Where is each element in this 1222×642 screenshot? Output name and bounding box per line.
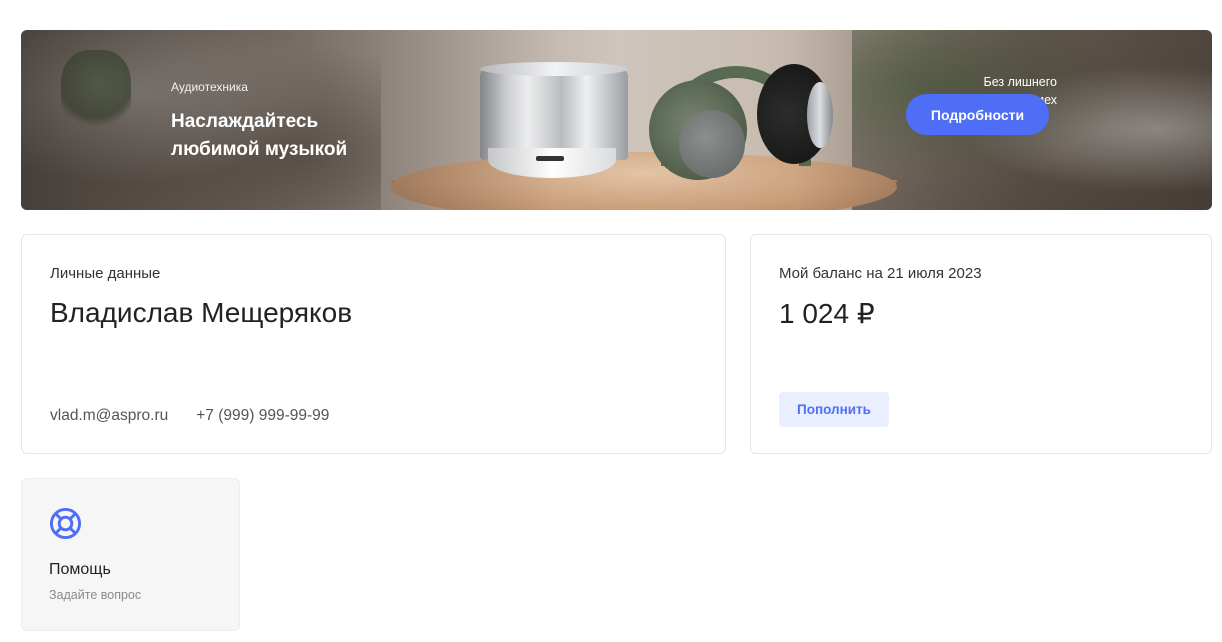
- balance-amount: 1 024 ₽: [779, 298, 875, 329]
- help-subtitle: Задайте вопрос: [49, 588, 142, 602]
- banner-text: Аудиотехника Наслаждайтесь любимой музык…: [171, 80, 401, 164]
- user-email: vlad.m@aspro.ru: [50, 407, 169, 424]
- user-name: Владислав Мещеряков: [50, 297, 353, 328]
- user-phone: +7 (999) 999-99-99: [196, 407, 330, 424]
- balance-card: Мой баланс на 21 июля 2023 1 024 ₽ Попол…: [750, 234, 1212, 454]
- lifebuoy-icon: [49, 507, 82, 540]
- banner-title: Наслаждайтесь любимой музыкой: [171, 111, 348, 160]
- banner-eyebrow: Аудиотехника: [171, 80, 248, 94]
- help-card[interactable]: Помощь Задайте вопрос: [21, 478, 240, 631]
- top-up-button[interactable]: Пополнить: [779, 392, 889, 427]
- personal-data-card[interactable]: Личные данные Владислав Мещеряков vlad.m…: [21, 234, 726, 454]
- details-button[interactable]: Подробности: [906, 94, 1049, 135]
- balance-label: Мой баланс на 21 июля 2023: [779, 265, 982, 282]
- contact-info: vlad.m@aspro.ru +7 (999) 999-99-99: [50, 407, 329, 425]
- personal-data-label: Личные данные: [50, 265, 161, 282]
- help-title: Помощь: [49, 561, 111, 578]
